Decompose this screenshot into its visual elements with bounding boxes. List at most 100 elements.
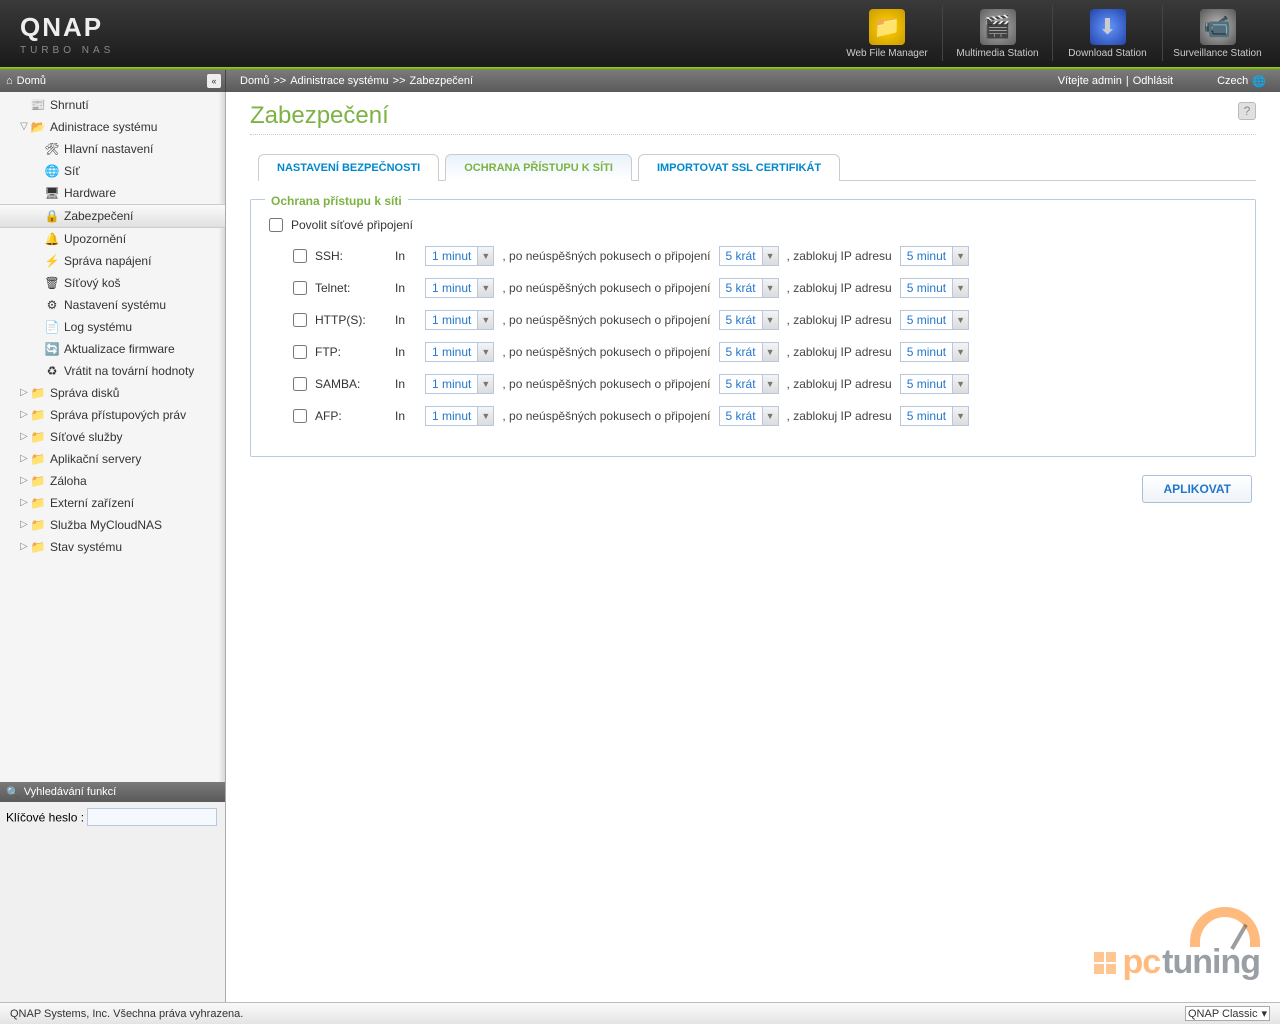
app-ms[interactable]: 🎬Multimedia Station [942,5,1052,61]
nav-upozorn-n-[interactable]: 🔔Upozornění [0,228,225,250]
nav-slu-ba-mycloudnas[interactable]: ▷📁Služba MyCloudNAS [0,514,225,536]
chevron-down-icon: ▼ [762,375,778,393]
select[interactable]: 5 minut▼ [900,342,969,362]
protocol-label: SSH: [315,249,387,263]
select[interactable]: 5 minut▼ [900,246,969,266]
nav-label: Síťový koš [64,274,121,292]
select[interactable]: 5 minut▼ [900,374,969,394]
keyword-label: Klíčové heslo : [6,811,84,825]
help-icon[interactable]: ? [1238,102,1256,120]
theme-selector[interactable]: QNAP Classic ▾ [1185,1006,1270,1021]
nav-spr-va-nap-jen-[interactable]: ⚡Správa napájení [0,250,225,272]
select[interactable]: 5 minut▼ [900,310,969,330]
select[interactable]: 5 krát▼ [719,278,779,298]
nav-icon: 🗑 [44,275,60,291]
keyword-input[interactable] [87,808,217,826]
enable-checkbox[interactable] [269,218,283,232]
nav-z-loha[interactable]: ▷📁Záloha [0,470,225,492]
select[interactable]: 1 minut▼ [425,278,494,298]
nav-vr-tit-na-tov-rn-hodnoty[interactable]: ♻Vrátit na tovární hodnoty [0,360,225,382]
nav-label: Správa přístupových práv [50,406,186,424]
welcome-text: Vítejte admin [1058,75,1122,87]
sidebar-header: ⌂ Domů « [0,70,226,92]
nav-spr-va-disk-[interactable]: ▷📁Správa disků [0,382,225,404]
nav-icon: ⚡ [44,253,60,269]
network-protection-fieldset: Ochrana přístupu k síti Povolit síťové p… [250,199,1256,457]
in-label: In [395,313,417,327]
protocol-row: SSH:In1 minut▼, po neúspěšných pokusech … [269,246,1237,266]
nav-hlavn-nastaven-[interactable]: 🛠Hlavní nastavení [0,138,225,160]
select[interactable]: 5 krát▼ [719,342,779,362]
app-ss[interactable]: 📹Surveillance Station [1162,5,1272,61]
watermark: pctuning [1094,943,1260,982]
search-panel: Klíčové heslo : [0,802,225,1002]
expand-icon: ▷ [18,516,30,534]
nav-label: Adinistrace systému [50,118,157,136]
protocol-row: FTP:In1 minut▼, po neúspěšných pokusech … [269,342,1237,362]
home-label[interactable]: Domů [17,75,46,87]
nav-aplika-n-servery[interactable]: ▷📁Aplikační servery [0,448,225,470]
apply-button[interactable]: APLIKOVAT [1142,475,1252,503]
select[interactable]: 5 krát▼ [719,246,779,266]
expand-icon: ▷ [18,428,30,446]
nav-label: Správa disků [50,384,119,402]
main: 📰Shrnutí▽📂Adinistrace systému🛠Hlavní nas… [0,92,1280,1002]
nav-aktualizace-firmware[interactable]: 🔄Aktualizace firmware [0,338,225,360]
nav-label: Služba MyCloudNAS [50,516,162,534]
nav-nastaven-syst-mu[interactable]: ⚙Nastavení systému [0,294,225,316]
app-ds[interactable]: ⬇Download Station [1052,5,1162,61]
ss-icon: 📹 [1200,9,1236,45]
nav-spr-va-p-stupov-ch-pr-v[interactable]: ▷📁Správa přístupových práv [0,404,225,426]
tab-importovat-ssl-certifik-t[interactable]: IMPORTOVAT SSL CERTIFIKÁT [638,154,840,181]
block-text: , zablokuj IP adresu [787,313,892,327]
chevron-down-icon: ▼ [762,311,778,329]
nav-s-[interactable]: 🌐Síť [0,160,225,182]
nav-icon: 📰 [30,97,46,113]
select[interactable]: 1 minut▼ [425,246,494,266]
select[interactable]: 1 minut▼ [425,406,494,426]
nav-s-ov-ko-[interactable]: 🗑Síťový koš [0,272,225,294]
chevron-down-icon: ▼ [762,279,778,297]
tab-nastaven-bezpe-nosti[interactable]: NASTAVENÍ BEZPEČNOSTI [258,154,439,181]
nav-shrnut-[interactable]: 📰Shrnutí [0,94,225,116]
tab-ochrana-p-stupu-k-s-ti[interactable]: OCHRANA PŘÍSTUPU K SÍTI [445,154,632,181]
protocol-label: HTTP(S): [315,313,387,327]
collapse-sidebar-button[interactable]: « [207,74,221,88]
select[interactable]: 5 krát▼ [719,374,779,394]
tabs: NASTAVENÍ BEZPEČNOSTIOCHRANA PŘÍSTUPU K … [258,153,1256,181]
crumb[interactable]: Domů [240,75,269,87]
language-selector[interactable]: Czech 🌐 [1217,75,1266,88]
select[interactable]: 5 krát▼ [719,406,779,426]
home-icon: ⌂ [6,75,13,87]
nav-stav-syst-mu[interactable]: ▷📁Stav systému [0,536,225,558]
nav-label: Síťové služby [50,428,123,446]
nav-extern-za-zen-[interactable]: ▷📁Externí zařízení [0,492,225,514]
nav-icon: 📂 [30,119,46,135]
select[interactable]: 1 minut▼ [425,310,494,330]
select[interactable]: 1 minut▼ [425,342,494,362]
enable-row: Povolit síťové připojení [269,218,1237,232]
nav-zabezpe-en-[interactable]: 🔒Zabezpečení [0,204,225,228]
crumb[interactable]: Adinistrace systému [290,75,388,87]
protocol-checkbox[interactable] [293,313,307,327]
select[interactable]: 1 minut▼ [425,374,494,394]
protocol-checkbox[interactable] [293,409,307,423]
app-wfm[interactable]: 📁Web File Manager [832,5,942,61]
nav-log-syst-mu[interactable]: 📄Log systému [0,316,225,338]
block-text: , zablokuj IP adresu [787,409,892,423]
nav-hardware[interactable]: 🖥Hardware [0,182,225,204]
protocol-checkbox[interactable] [293,281,307,295]
nav-adinistrace-syst-mu[interactable]: ▽📂Adinistrace systému [0,116,225,138]
nav-s-ov-slu-by[interactable]: ▷📁Síťové služby [0,426,225,448]
protocol-checkbox[interactable] [293,377,307,391]
nav-tree: 📰Shrnutí▽📂Adinistrace systému🛠Hlavní nas… [0,92,225,782]
crumb[interactable]: Zabezpečení [410,75,474,87]
expand-icon: ▷ [18,494,30,512]
logout-link[interactable]: Odhlásit [1133,75,1173,87]
select[interactable]: 5 krát▼ [719,310,779,330]
select[interactable]: 5 minut▼ [900,278,969,298]
select[interactable]: 5 minut▼ [900,406,969,426]
protocol-checkbox[interactable] [293,249,307,263]
protocol-checkbox[interactable] [293,345,307,359]
in-label: In [395,345,417,359]
